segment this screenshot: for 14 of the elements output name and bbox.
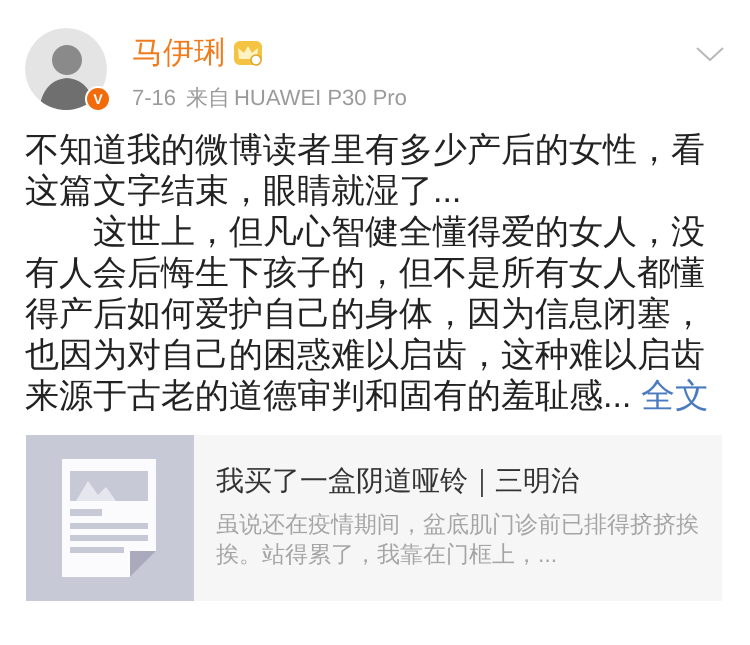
- author-name[interactable]: 马伊琍: [132, 34, 225, 72]
- source-label: 来自: [186, 84, 230, 112]
- link-card[interactable]: 我买了一盒阴道哑铃｜三明治 虽说还在疫情期间，盆底肌门诊前已排得挤挤挨挨。站得累了，我靠在门框上，...: [26, 435, 722, 601]
- crown-icon: [233, 39, 263, 67]
- verified-badge: V: [85, 86, 111, 112]
- source-device: HUAWEI P30 Pro: [234, 84, 407, 112]
- card-title: 我买了一盒阴道哑铃｜三明治: [216, 464, 580, 499]
- card-summary: 虽说还在疫情期间，盆底肌门诊前已排得挤挤挨挨。站得累了，我靠在门框上，...: [216, 510, 700, 569]
- chevron-down-icon[interactable]: [695, 46, 725, 62]
- post-text: 这世上，但凡心智健全懂得爱的女人，没有人会后悔生下孩子的，但不是所有女人都懂得产后如何爱护自己的身体，因为信息闭塞，也因为对自己的困惑难以启齿，这种难以启齿来源于古老的道德审判和固有的羞耻感... 全文: [25, 212, 710, 417]
- full-text-link[interactable]: 全文: [640, 377, 709, 415]
- document-icon: [62, 459, 158, 577]
- post-text: 不知道我的微博读者里有多少产后的女性，看这篇文字结束，眼睛就湿了...: [25, 130, 706, 212]
- post-date: 7-16: [132, 84, 176, 112]
